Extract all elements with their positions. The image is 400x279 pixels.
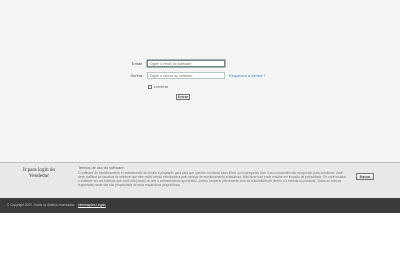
seller-login-link[interactable]: Ir para login do Vendedor [14, 167, 64, 179]
login-button[interactable]: Entrar [176, 94, 190, 100]
footer-text: © Copyright 2020. Todos os direitos rese… [7, 203, 106, 207]
legal-info-link[interactable]: Informações Legais [78, 203, 106, 207]
terms-heading: Termos de uso do software: [78, 166, 125, 170]
email-field[interactable] [147, 60, 225, 67]
terms-banner: Ir para login do Vendedor Termos de uso … [0, 163, 400, 198]
footer: © Copyright 2020. Todos os direitos rese… [0, 198, 400, 213]
password-field[interactable] [147, 72, 225, 79]
forgot-password-link[interactable]: Esqueceu a senha ? [229, 73, 265, 78]
copyright-text: © Copyright 2020. Todos os direitos rese… [7, 203, 76, 207]
email-label: Email [131, 61, 142, 66]
page-bottom [0, 213, 400, 279]
remember-checkbox[interactable] [148, 85, 152, 89]
terms-text: O software de monitoramento e rastreamen… [78, 171, 346, 188]
password-label: Senha [130, 73, 142, 78]
remember-label: Lembrar [154, 85, 169, 89]
dismiss-button[interactable]: Baixar [356, 173, 374, 180]
login-area: Email Senha Esqueceu a senha ? Lembrar E… [0, 0, 400, 162]
